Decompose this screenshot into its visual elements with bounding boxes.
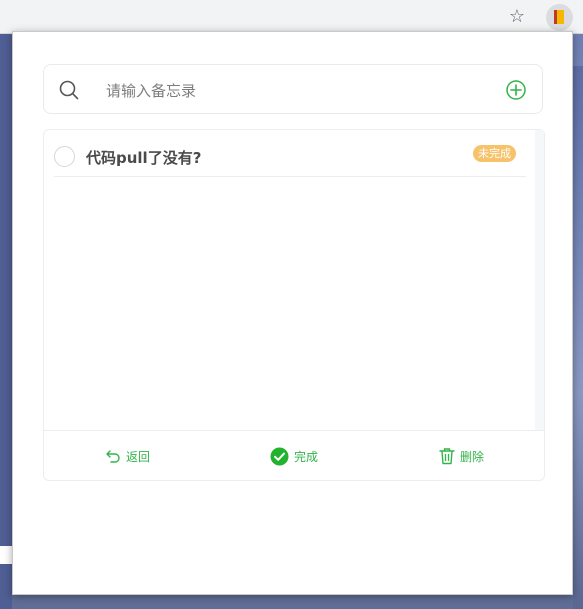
extension-button[interactable] <box>546 4 573 31</box>
search-bar <box>43 64 543 114</box>
browser-toolbar: ☆ <box>0 0 583 34</box>
todo-item: 代码pull了没有? 未完成 <box>54 142 526 177</box>
status-badge: 未完成 <box>473 145 516 162</box>
undo-icon <box>106 450 120 463</box>
trash-icon <box>439 448 455 465</box>
page-background-right <box>573 66 583 609</box>
back-button[interactable]: 返回 <box>105 445 150 467</box>
page-background-white-block <box>0 546 12 564</box>
complete-label: 完成 <box>294 449 319 464</box>
complete-button[interactable]: 完成 <box>270 445 318 467</box>
back-label: 返回 <box>126 449 151 464</box>
notebook-extension-icon <box>554 10 564 24</box>
memo-input[interactable] <box>104 77 488 105</box>
search-icon <box>59 80 79 100</box>
card-footer: 返回 完成 删除 <box>44 430 544 481</box>
delete-button[interactable]: 删除 <box>439 445 484 467</box>
check-circle-icon <box>270 447 289 465</box>
page-background-left <box>0 34 12 609</box>
memo-detail-card: 代码pull了没有? 未完成 返回 完成 删除 <box>43 129 545 481</box>
todo-checkbox[interactable] <box>54 146 75 167</box>
extension-popup: 代码pull了没有? 未完成 返回 完成 <box>12 31 573 595</box>
add-circle-icon[interactable] <box>506 80 526 100</box>
todo-text: 代码pull了没有? <box>86 149 202 167</box>
bookmark-star-icon[interactable]: ☆ <box>506 6 528 28</box>
delete-label: 删除 <box>460 449 485 464</box>
scrollbar[interactable] <box>535 130 544 430</box>
